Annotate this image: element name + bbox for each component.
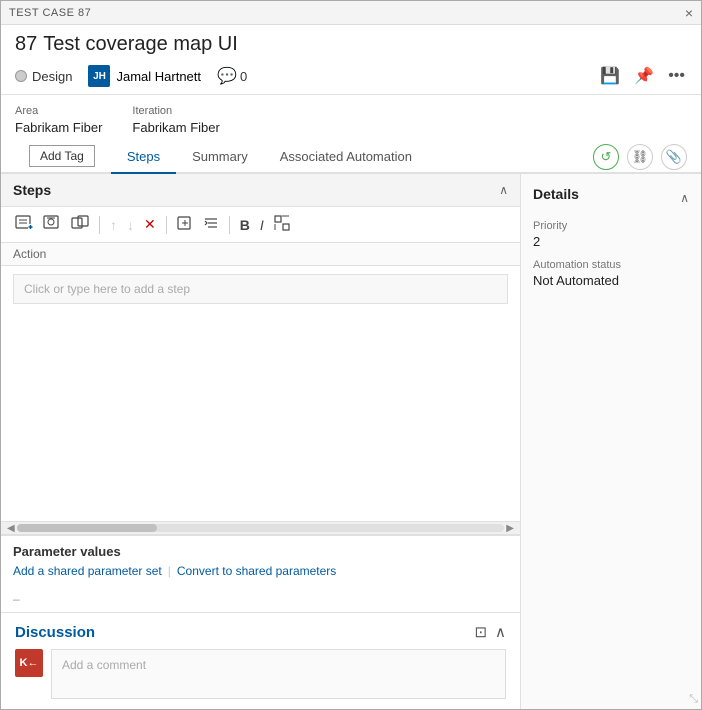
add-shared-set-button[interactable]: Add a shared parameter set <box>13 564 162 578</box>
steps-toolbar: ↑ ↓ ✕ B I <box>1 207 520 243</box>
tab-steps[interactable]: Steps <box>111 141 176 174</box>
move-up-button[interactable]: ↑ <box>106 214 121 236</box>
toolbar-divider-1 <box>99 216 100 234</box>
expand-button[interactable] <box>270 212 294 237</box>
steps-section-header: Steps ∧ <box>1 174 520 207</box>
discussion-expand-button[interactable]: ⊡ <box>474 623 487 641</box>
scrollbar-thumb[interactable] <box>17 524 157 532</box>
discussion-title: Discussion <box>15 624 95 641</box>
case-title: 87 Test coverage map UI <box>15 33 687 56</box>
add-step-button[interactable] <box>11 212 37 237</box>
more-button[interactable]: ••• <box>666 65 687 87</box>
discussion-collapse-button[interactable]: ∧ <box>495 623 506 641</box>
action-column-label: Action <box>13 247 46 261</box>
delete-step-button[interactable]: ✕ <box>140 213 160 236</box>
steps-input-area[interactable]: Click or type here to add a step <box>1 266 520 312</box>
fields-row: Area Fabrikam Fiber Iteration Fabrikam F… <box>1 95 701 141</box>
case-title-text: Test coverage map UI <box>43 33 238 55</box>
area-field: Area Fabrikam Fiber <box>15 105 102 135</box>
priority-value: 2 <box>533 234 689 249</box>
main-content: Steps ∧ ↑ ↓ ✕ <box>1 174 701 709</box>
move-down-button[interactable]: ↓ <box>123 214 138 236</box>
close-button[interactable]: × <box>685 6 693 20</box>
insert-steps-button[interactable] <box>173 212 197 237</box>
meta-row: Design JH Jamal Hartnett 💬 0 💾 📌 ••• <box>15 64 687 88</box>
comments-button[interactable]: 💬 0 <box>217 66 247 86</box>
scrollbar-track[interactable] <box>17 524 505 532</box>
right-panel: Details ∧ Priority 2 Automation status N… <box>521 174 701 709</box>
steps-input-placeholder[interactable]: Click or type here to add a step <box>13 274 508 304</box>
header-toolbar: 💾 📌 ••• <box>598 64 687 88</box>
link-icon-button[interactable]: ⛓ <box>627 144 653 170</box>
iteration-field: Iteration Fabrikam Fiber <box>132 105 219 135</box>
iteration-value: Fabrikam Fiber <box>132 120 219 135</box>
param-link-divider: | <box>168 564 171 578</box>
comments-count: 0 <box>240 69 247 84</box>
steps-collapse-icon[interactable]: ∧ <box>499 183 508 197</box>
priority-field: Priority 2 <box>533 220 689 249</box>
discussion-header: Discussion ⊡ ∧ <box>15 623 506 641</box>
parameter-title: Parameter values <box>13 544 508 559</box>
pin-button[interactable]: 📌 <box>632 64 656 88</box>
create-shared-step-button[interactable] <box>67 212 93 237</box>
main-window: TEST CASE 87 × 87 Test coverage map UI De… <box>0 0 702 710</box>
header: 87 Test coverage map UI Design JH Jamal H… <box>1 25 701 95</box>
status-label: Design <box>32 69 72 84</box>
automation-status-label: Automation status <box>533 259 689 271</box>
attachment-icon-button[interactable]: 📎 <box>661 144 687 170</box>
priority-label: Priority <box>533 220 689 232</box>
toolbar-divider-2 <box>166 216 167 234</box>
automation-status-field: Automation status Not Automated <box>533 259 689 288</box>
comment-icon: 💬 <box>217 66 237 86</box>
horizontal-scrollbar[interactable]: ◀ ▶ <box>1 521 520 535</box>
steps-title: Steps <box>13 182 51 198</box>
bold-button[interactable]: B <box>236 214 254 236</box>
add-shared-step-button[interactable] <box>39 212 65 237</box>
area-label: Area <box>15 105 102 117</box>
details-collapse-icon[interactable]: ∧ <box>680 191 689 205</box>
tab-icons: ↺ ⛓ 📎 <box>593 144 687 170</box>
details-header: Details ∧ <box>533 186 689 210</box>
area-value: Fabrikam Fiber <box>15 120 102 135</box>
automation-status-value: Not Automated <box>533 273 689 288</box>
details-title: Details <box>533 186 579 202</box>
avatar: JH <box>88 65 110 87</box>
case-number: 87 <box>15 33 37 55</box>
comment-input-row: K← Add a comment <box>15 649 506 699</box>
expand-spacer[interactable]: – <box>1 586 520 612</box>
indent-button[interactable] <box>199 212 223 237</box>
scroll-right-button[interactable]: ▶ <box>504 523 516 534</box>
save-button[interactable]: 💾 <box>598 64 622 88</box>
discussion-icons: ⊡ ∧ <box>474 623 506 641</box>
details-fields: Priority 2 Automation status Not Automat… <box>533 220 689 288</box>
status-badge[interactable]: Design <box>15 69 72 84</box>
toolbar-divider-3 <box>229 216 230 234</box>
commenter-avatar: K← <box>15 649 43 677</box>
left-panel: Steps ∧ ↑ ↓ ✕ <box>1 174 521 709</box>
convert-to-shared-button[interactable]: Convert to shared parameters <box>177 564 336 578</box>
iteration-label: Iteration <box>132 105 219 117</box>
tab-associated-automation[interactable]: Associated Automation <box>264 141 428 174</box>
title-bar: TEST CASE 87 × <box>1 1 701 25</box>
tab-summary[interactable]: Summary <box>176 141 264 174</box>
add-tag-button[interactable]: Add Tag <box>29 145 95 167</box>
parameter-links: Add a shared parameter set | Convert to … <box>13 564 508 578</box>
italic-button[interactable]: I <box>256 214 268 236</box>
steps-table-header: Action <box>1 243 520 266</box>
comment-input[interactable]: Add a comment <box>51 649 506 699</box>
title-bar-label: TEST CASE 87 <box>9 7 91 19</box>
parameter-section: Parameter values Add a shared parameter … <box>1 535 520 586</box>
scroll-left-button[interactable]: ◀ <box>5 523 17 534</box>
discussion-section: Discussion ⊡ ∧ K← Add a comment <box>1 612 520 709</box>
status-circle-icon <box>15 70 27 82</box>
tabs-container: Add Tag Steps Summary Associated Automat… <box>1 141 701 174</box>
assignee-row[interactable]: JH Jamal Hartnett <box>88 65 201 87</box>
assignee-name: Jamal Hartnett <box>116 69 201 84</box>
refresh-icon-button[interactable]: ↺ <box>593 144 619 170</box>
resize-handle[interactable]: ⤡ <box>689 693 698 706</box>
